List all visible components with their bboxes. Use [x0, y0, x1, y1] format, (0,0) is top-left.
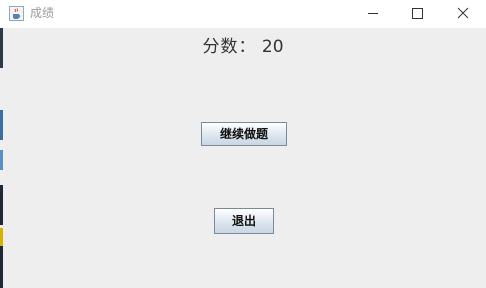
continue-button[interactable]: 继续做题	[201, 122, 287, 146]
java-cup-icon	[9, 6, 24, 21]
score-label: 分数：	[202, 37, 257, 57]
score-window: 成绩 分数： 20 继续做题 退出	[0, 0, 486, 288]
window-title: 成绩	[30, 6, 55, 20]
background-edge	[0, 228, 3, 246]
close-icon[interactable]	[440, 0, 486, 28]
exit-button[interactable]: 退出	[214, 208, 274, 234]
title-bar[interactable]: 成绩	[0, 0, 486, 28]
background-edge	[0, 110, 3, 140]
background-edge	[0, 185, 3, 225]
minimize-icon[interactable]	[349, 0, 395, 28]
maximize-icon[interactable]	[395, 0, 441, 28]
score-display: 分数： 20	[0, 36, 486, 58]
score-value: 20	[261, 37, 284, 57]
background-edge	[0, 246, 3, 288]
background-edge	[0, 150, 3, 170]
